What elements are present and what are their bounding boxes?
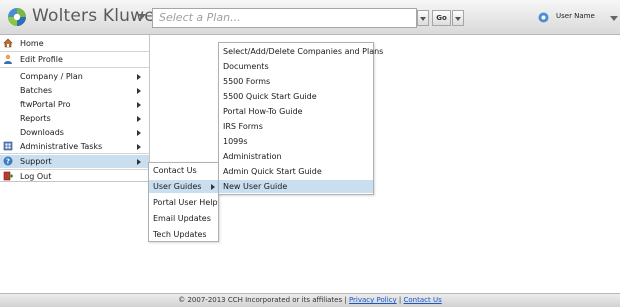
copyright-text: © 2007-2013 CCH Incorporated or its affi… — [178, 296, 343, 304]
go-button[interactable]: Go — [432, 10, 451, 26]
support-item-label: User Guides — [153, 182, 202, 191]
go-dropdown-chevron-down-icon[interactable] — [452, 10, 464, 26]
home-icon — [3, 38, 13, 48]
menu-item-label: Support — [20, 157, 52, 166]
globe-logo-icon[interactable] — [7, 7, 27, 27]
menu-item-label: Reports — [20, 114, 51, 123]
chevron-right-icon — [137, 102, 141, 108]
guide-item-admin-quick-start-guide[interactable]: Admin Quick Start Guide — [219, 165, 373, 178]
chevron-right-icon — [137, 116, 141, 122]
guide-item-new-user-guide[interactable]: New User Guide — [219, 180, 373, 193]
footer-separator: | — [344, 296, 347, 304]
brand-chevron-down-icon[interactable] — [138, 14, 146, 19]
support-submenu: Contact Us User Guides Portal User Help … — [148, 162, 219, 242]
menu-item-label: Batches — [20, 86, 53, 95]
privacy-policy-link[interactable]: Privacy Policy — [349, 296, 397, 304]
menu-item-reports[interactable]: Reports — [0, 112, 149, 125]
user-menu[interactable]: User Name — [534, 10, 620, 26]
chevron-right-icon — [211, 184, 215, 190]
menu-item-label: Edit Profile — [20, 55, 63, 64]
guide-item-documents[interactable]: Documents — [219, 60, 373, 73]
page-footer: © 2007-2013 CCH Incorporated or its affi… — [0, 293, 620, 307]
admin-icon — [3, 141, 13, 151]
user-guides-submenu: Select/Add/Delete Companies and Plans Do… — [218, 42, 383, 195]
menu-item-downloads[interactable]: Downloads — [0, 126, 149, 139]
help-icon: ? — [3, 156, 13, 166]
support-item-email-updates[interactable]: Email Updates — [149, 212, 218, 225]
guide-item-irs-forms[interactable]: IRS Forms — [219, 120, 373, 133]
logout-icon — [3, 171, 13, 181]
menu-divider — [0, 67, 149, 68]
guide-item-5500-quick-start-guide[interactable]: 5500 Quick Start Guide — [219, 90, 373, 103]
guide-item-select-add-delete-companies[interactable]: Select/Add/Delete Companies and Plans — [219, 45, 383, 58]
top-header: Wolters Kluwer Select a Plan... Go User … — [0, 0, 620, 35]
support-item-portal-user-help[interactable]: Portal User Help — [149, 196, 218, 209]
support-item-tech-updates[interactable]: Tech Updates — [149, 228, 218, 241]
contact-us-link[interactable]: Contact Us — [404, 296, 442, 304]
footer-separator: | — [398, 296, 402, 304]
menu-item-label: Downloads — [20, 128, 64, 137]
support-item-contact-us[interactable]: Contact Us — [149, 164, 218, 177]
menu-divider — [0, 51, 149, 52]
chevron-right-icon — [137, 88, 141, 94]
menu-divider — [0, 153, 149, 154]
chevron-right-icon — [137, 144, 141, 150]
guide-item-administration[interactable]: Administration — [219, 150, 373, 163]
user-chevron-down-icon[interactable] — [610, 16, 618, 21]
chevron-right-icon — [137, 159, 141, 165]
menu-item-edit-profile[interactable]: Edit Profile — [0, 53, 149, 66]
menu-item-label: Administrative Tasks — [20, 142, 103, 151]
menu-item-support[interactable]: ? Support — [0, 155, 149, 168]
plan-select-input[interactable]: Select a Plan... — [152, 8, 417, 28]
main-menu: Home Edit Profile Company / Plan Batches… — [0, 35, 150, 182]
support-item-user-guides[interactable]: User Guides — [149, 180, 218, 193]
guide-item-5500-forms[interactable]: 5500 Forms — [219, 75, 373, 88]
menu-item-company-plan[interactable]: Company / Plan — [0, 70, 149, 83]
chevron-right-icon — [137, 74, 141, 80]
menu-item-log-out[interactable]: Log Out — [0, 170, 149, 183]
user-globe-icon — [538, 12, 549, 23]
menu-item-label: Company / Plan — [20, 72, 83, 81]
chevron-right-icon — [137, 130, 141, 136]
user-name: User Name — [556, 12, 595, 20]
menu-item-label: Home — [20, 39, 44, 48]
menu-item-batches[interactable]: Batches — [0, 84, 149, 97]
menu-item-label: Log Out — [20, 172, 52, 181]
guide-item-portal-how-to-guide[interactable]: Portal How-To Guide — [219, 105, 373, 118]
menu-item-administrative-tasks[interactable]: Administrative Tasks — [0, 140, 149, 153]
user-icon — [4, 54, 12, 64]
menu-item-ftwportal-pro[interactable]: ftwPortal Pro — [0, 98, 149, 111]
menu-item-label: ftwPortal Pro — [20, 100, 71, 109]
menu-item-home[interactable]: Home — [0, 37, 149, 50]
guide-item-1099s[interactable]: 1099s — [219, 135, 373, 148]
plan-dropdown-chevron-down-icon[interactable] — [417, 10, 429, 26]
svg-text:?: ? — [6, 158, 10, 166]
